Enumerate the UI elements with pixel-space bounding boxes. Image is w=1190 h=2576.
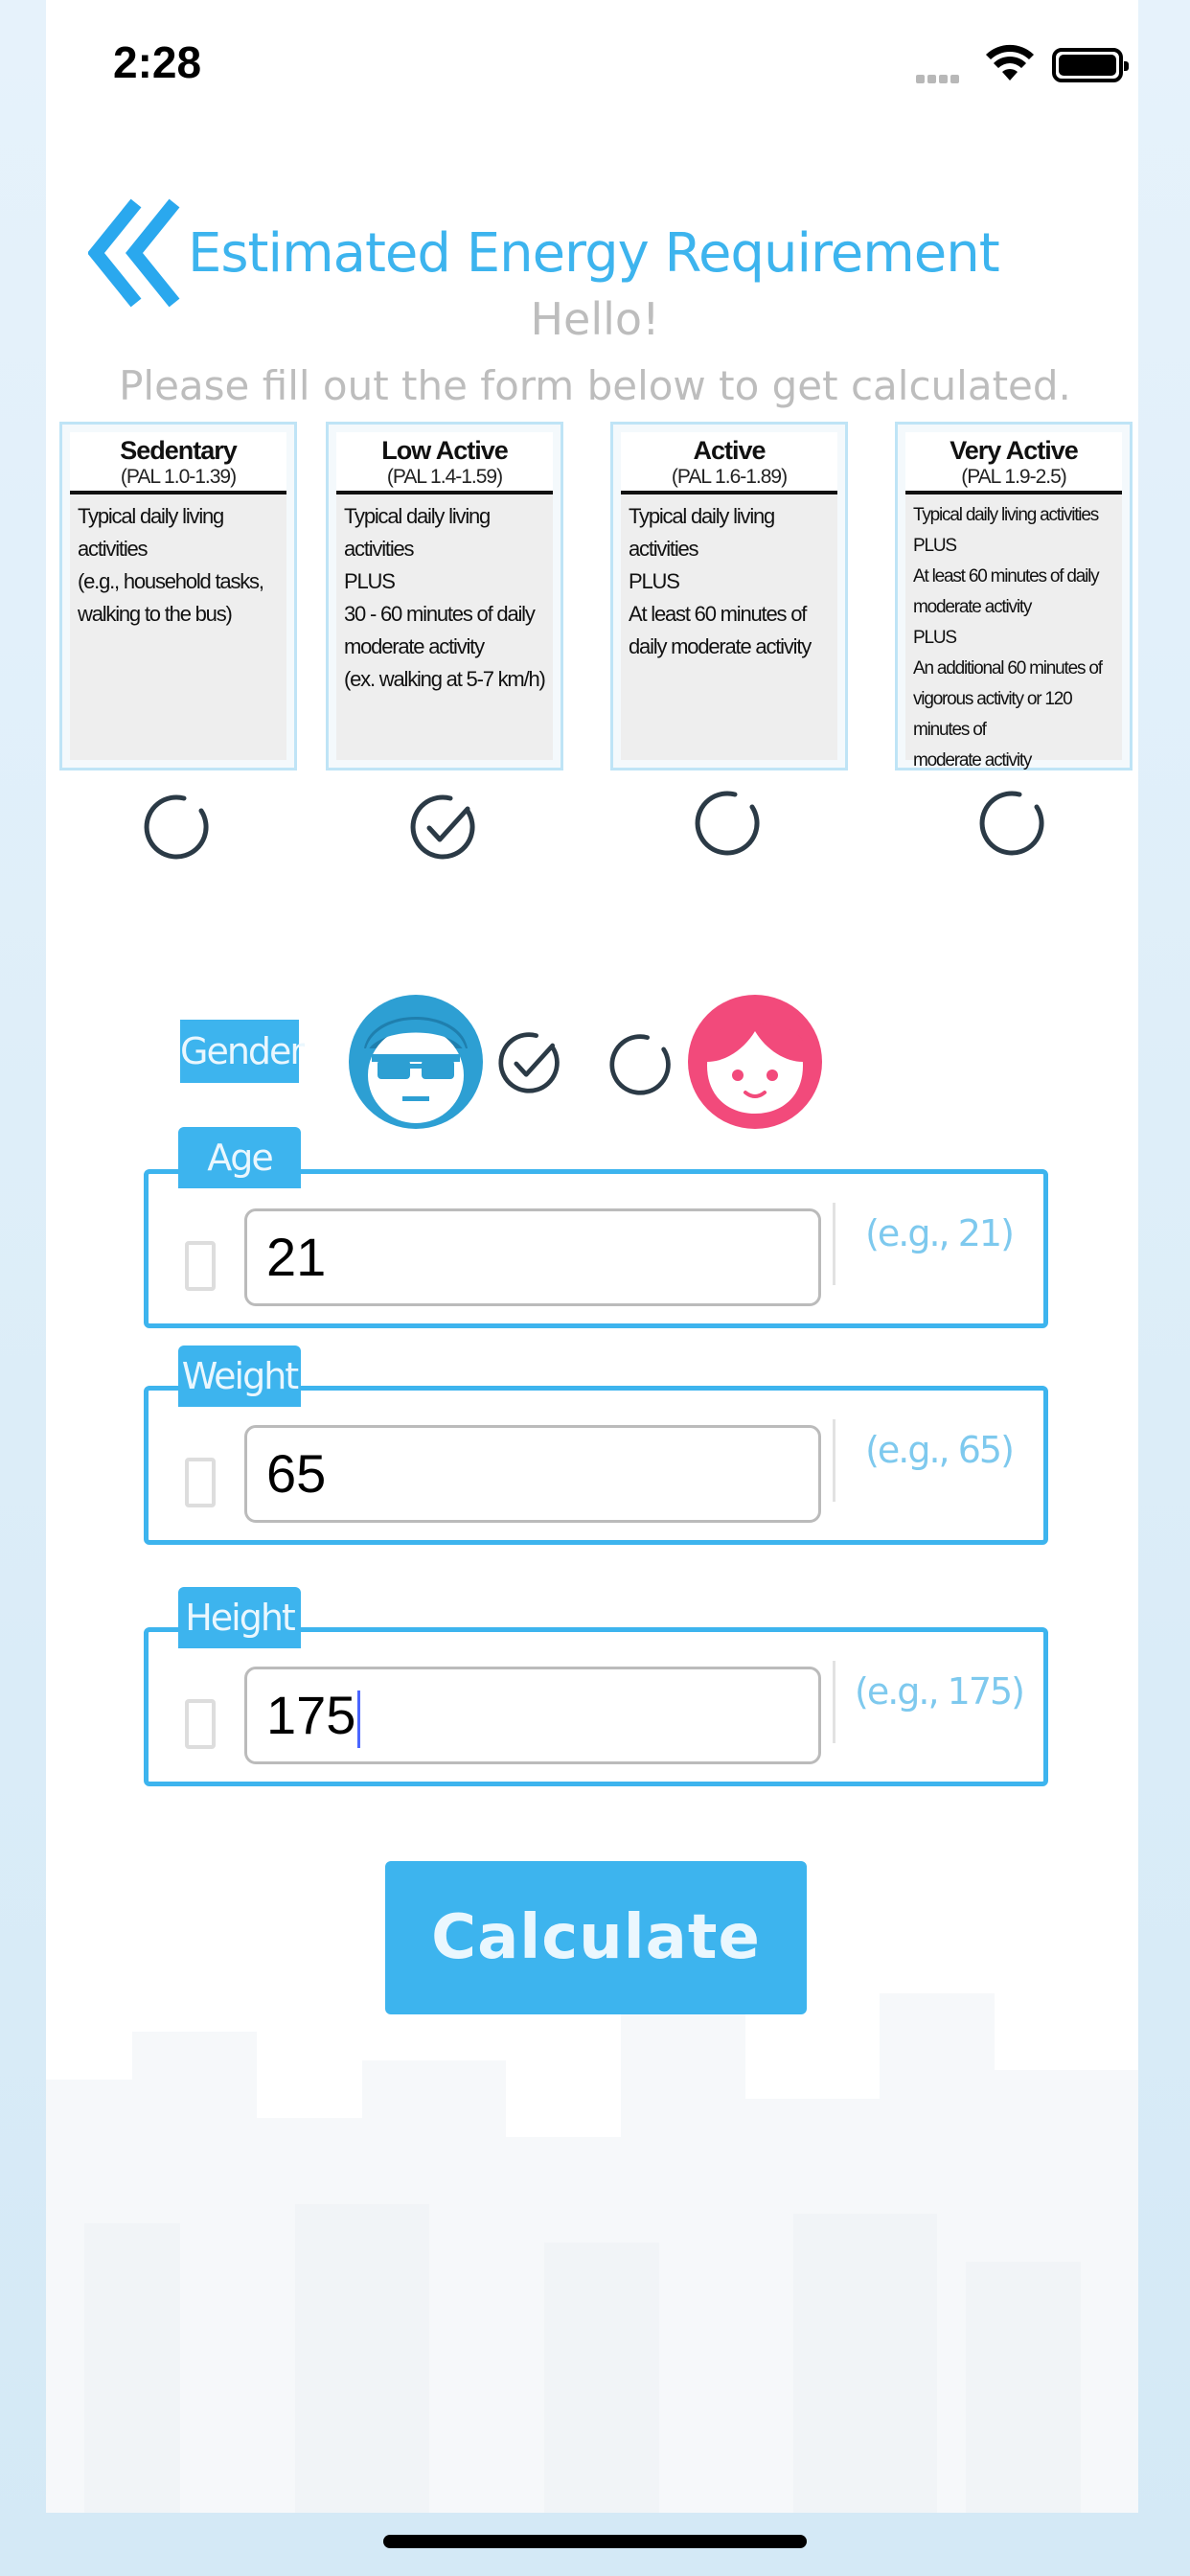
- activity-card-active[interactable]: Active (PAL 1.6-1.89) Typical daily livi…: [610, 422, 848, 770]
- card-title: Sedentary: [120, 436, 238, 465]
- radio-very-active-icon[interactable]: [977, 788, 1048, 859]
- card-title: Very Active: [950, 436, 1079, 465]
- radio-active-icon[interactable]: [693, 788, 764, 859]
- radio-male-checked-icon[interactable]: [496, 1029, 563, 1096]
- radio-female-icon[interactable]: [607, 1031, 675, 1098]
- back-chevron-icon[interactable]: [88, 197, 184, 309]
- age-field-box: 21 (e.g., 21): [144, 1169, 1048, 1328]
- age-hint: (e.g., 21): [865, 1212, 1015, 1254]
- calculate-button[interactable]: Calculate: [385, 1861, 807, 2014]
- wifi-icon: [986, 44, 1034, 80]
- weight-hint: (e.g., 65): [865, 1429, 1015, 1471]
- height-hint: (e.g., 175): [855, 1670, 1025, 1713]
- female-avatar-icon[interactable]: [686, 993, 824, 1131]
- activity-card-low-active[interactable]: Low Active (PAL 1.4-1.59) Typical daily …: [326, 422, 563, 770]
- card-title: Low Active: [381, 436, 509, 465]
- instruction-text: Please fill out the form below to get ca…: [119, 362, 1071, 409]
- height-checkbox[interactable]: [185, 1699, 216, 1749]
- card-description: Typical daily living activities PLUS At …: [629, 504, 812, 658]
- card-pal: (PAL 1.0-1.39): [120, 466, 237, 488]
- activity-card-very-active[interactable]: Very Active (PAL 1.9-2.5) Typical daily …: [895, 422, 1133, 770]
- weight-field-box: 65 (e.g., 65): [144, 1386, 1048, 1545]
- age-checkbox[interactable]: [185, 1241, 216, 1291]
- radio-sedentary-icon[interactable]: [142, 792, 213, 862]
- height-label: Height: [178, 1587, 301, 1648]
- male-avatar-icon[interactable]: [347, 993, 485, 1131]
- card-description: Typical daily living activities (e.g., h…: [78, 504, 264, 626]
- page-title: Estimated Energy Requirement: [188, 222, 1000, 285]
- weight-checkbox[interactable]: [185, 1458, 216, 1507]
- card-pal: (PAL 1.9-2.5): [961, 466, 1067, 488]
- height-value: 175: [266, 1685, 356, 1745]
- status-bar: 2:28: [0, 0, 1190, 125]
- cellular-signal-icon: [916, 71, 962, 88]
- weight-input[interactable]: 65: [244, 1425, 821, 1523]
- age-input[interactable]: 21: [244, 1208, 821, 1306]
- height-field-box: 175 (e.g., 175): [144, 1627, 1048, 1786]
- height-input[interactable]: 175: [244, 1667, 821, 1764]
- divider: [833, 1661, 835, 1743]
- status-time: 2:28: [113, 37, 202, 87]
- divider: [833, 1203, 835, 1285]
- card-description: Typical daily living activities PLUS 30 …: [344, 504, 546, 691]
- home-indicator[interactable]: [383, 2535, 807, 2548]
- card-pal: (PAL 1.4-1.59): [386, 466, 503, 488]
- radio-low-active-checked-icon[interactable]: [408, 792, 479, 862]
- text-caret: [357, 1690, 361, 1749]
- greeting-text: Hello!: [530, 293, 660, 345]
- card-pal: (PAL 1.6-1.89): [671, 466, 788, 488]
- age-label: Age: [178, 1127, 301, 1188]
- card-description: Typical daily living activities PLUS At …: [913, 505, 1103, 770]
- skyline-background: [46, 1993, 1138, 2513]
- weight-label: Weight: [178, 1346, 301, 1407]
- gender-label: Gender: [180, 1020, 305, 1083]
- divider: [833, 1419, 835, 1502]
- card-title: Active: [693, 436, 766, 465]
- activity-card-sedentary[interactable]: Sedentary (PAL 1.0-1.39) Typical daily l…: [59, 422, 297, 770]
- battery-icon: [1052, 48, 1129, 82]
